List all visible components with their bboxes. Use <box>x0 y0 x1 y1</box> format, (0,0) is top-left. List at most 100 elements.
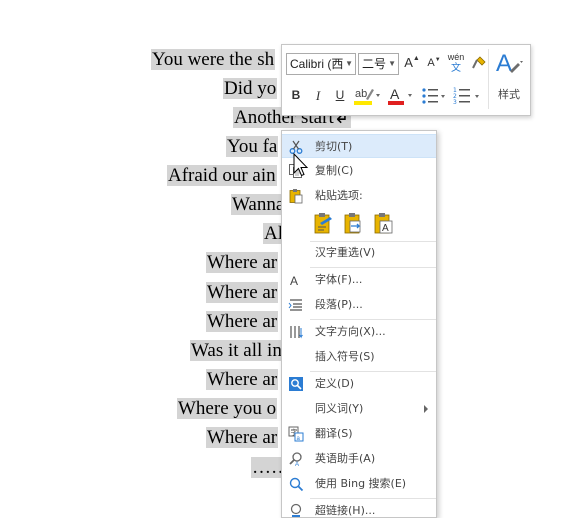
shrink-font-icon: A <box>427 57 435 69</box>
svg-text:A: A <box>496 50 512 77</box>
doc-line[interactable]: Where ar <box>206 426 279 450</box>
doc-line[interactable]: Where ar <box>206 281 279 305</box>
svg-text:A: A <box>290 274 298 288</box>
grow-font-icon: A <box>404 55 413 70</box>
menu-item-label: 文字方向(X)... <box>315 325 386 338</box>
svg-text:A: A <box>295 462 299 467</box>
selected-text: Where ar <box>206 282 279 303</box>
bullet-list-icon <box>422 88 445 104</box>
text-direction-icon <box>290 326 303 339</box>
font-size-dropdown[interactable]: 二号 ▼ <box>358 53 399 75</box>
selected-text: Wanna <box>231 194 286 215</box>
menu-item-font[interactable]: A 字体(F)... <box>282 268 436 292</box>
svg-text:ab: ab <box>355 88 367 100</box>
bing-search-icon <box>289 477 304 492</box>
selected-text: You were the sh <box>151 49 276 70</box>
menu-item-label: 字体(F)... <box>315 273 363 286</box>
highlight-color-button[interactable]: ab <box>353 85 383 107</box>
phonetic-top: wén <box>447 52 465 62</box>
paste-merge-format-icon[interactable] <box>342 211 366 235</box>
doc-line[interactable]: You fa <box>226 135 279 159</box>
chevron-down-icon: ▼ <box>345 59 353 68</box>
mouse-cursor-icon <box>293 153 309 177</box>
numbering-button[interactable]: 1 2 3 <box>452 85 482 107</box>
paste-options-row: A <box>312 211 432 239</box>
menu-item-label: 段落(P)... <box>315 298 363 311</box>
font-name-dropdown[interactable]: Calibri (西 ▼ <box>286 53 356 75</box>
selected-text: Where ar <box>206 252 279 273</box>
doc-line[interactable]: Where ar <box>206 251 279 275</box>
selected-text: Where ar <box>206 427 279 448</box>
doc-line[interactable]: Did yo <box>223 77 278 101</box>
submenu-arrow-icon <box>424 405 428 413</box>
styles-button[interactable]: A 样式 <box>492 49 526 109</box>
menu-item-paste-options: 粘贴选项: <box>282 184 436 208</box>
bold-icon: B <box>291 88 301 102</box>
doc-line[interactable]: Wanna <box>231 193 286 217</box>
menu-item-text-direction[interactable]: 文字方向(X)... <box>282 320 436 344</box>
menu-item-label: 复制(C) <box>315 164 354 177</box>
define-icon <box>289 377 303 391</box>
font-color-icon: A <box>388 86 412 105</box>
menu-item-label: 剪切(T) <box>315 140 353 153</box>
paste-keep-format-icon[interactable] <box>312 211 336 235</box>
menu-item-reconvert[interactable]: 汉字重选(V) <box>282 241 436 265</box>
menu-item-label: 汉字重选(V) <box>315 246 376 259</box>
menu-item-label: 英语助手(A) <box>315 452 376 465</box>
italic-button[interactable]: I <box>310 88 326 106</box>
selected-text: Was it all in <box>190 340 283 361</box>
svg-text:A: A <box>390 86 400 102</box>
menu-item-english-assistant[interactable]: A 英语助手(A) <box>282 447 436 471</box>
paragraph-icon <box>288 299 302 311</box>
font-size-value: 二号 <box>362 57 387 71</box>
menu-item-label: 使用 Bing 搜索(E) <box>315 477 407 490</box>
bullets-button[interactable] <box>420 85 448 107</box>
menu-item-translate[interactable]: 字 a 翻译(S) <box>282 422 436 446</box>
menu-item-label: 定义(D) <box>315 377 355 390</box>
shrink-font-button[interactable]: A▼ <box>426 57 442 77</box>
svg-text:3: 3 <box>453 99 457 106</box>
selected-text: Afraid our ain <box>167 165 277 186</box>
selected-text: Did yo <box>223 78 278 99</box>
doc-line[interactable]: You were the sh <box>151 48 276 72</box>
phonetic-bottom: 文 <box>451 63 461 74</box>
selected-text: Where ar <box>206 369 279 390</box>
toolbar-divider <box>488 49 489 109</box>
mini-toolbar: Calibri (西 ▼ 二号 ▼ A▲ A▼ wén 文 B I U ab A… <box>281 44 531 116</box>
menu-item-hyperlink[interactable]: 超链接(H)... <box>282 499 436 517</box>
format-painter-button[interactable] <box>470 55 488 73</box>
svg-text:A: A <box>382 223 389 234</box>
font-icon: A <box>290 274 298 288</box>
clipboard-icon <box>289 189 303 204</box>
numbered-list-icon: 1 2 3 <box>453 87 479 106</box>
styles-icon: A <box>496 50 523 77</box>
menu-item-paragraph[interactable]: 段落(P)... <box>282 293 436 317</box>
doc-line[interactable]: Where ar <box>206 310 279 334</box>
context-menu: 剪切(T) 复制(C) 粘贴选项: A 汉字重选(V) A 字体(F)... 段… <box>281 130 437 518</box>
highlight-pen-icon: ab <box>354 88 380 105</box>
chevron-down-icon: ▼ <box>388 59 396 68</box>
menu-item-bing-search[interactable]: 使用 Bing 搜索(E) <box>282 472 436 496</box>
doc-line[interactable]: Afraid our ain <box>167 164 277 188</box>
english-assistant-icon: A <box>289 452 302 467</box>
menu-item-define[interactable]: 定义(D) <box>282 372 436 396</box>
phonetic-guide-button[interactable]: wén 文 <box>446 52 466 78</box>
doc-line[interactable]: Where you o <box>177 397 278 421</box>
menu-item-label: 同义词(Y) <box>315 402 364 415</box>
font-color-button[interactable]: A <box>387 85 415 107</box>
doc-line[interactable]: Was it all in <box>190 339 283 363</box>
bold-button[interactable]: B <box>288 88 304 106</box>
paste-text-only-icon[interactable]: A <box>372 211 396 235</box>
styles-label: 样式 <box>498 88 520 101</box>
doc-line[interactable]: Where ar <box>206 368 279 392</box>
translate-icon: 字 a <box>288 426 304 442</box>
font-name-value: Calibri (西 <box>290 57 344 71</box>
underline-button[interactable]: U <box>332 88 348 106</box>
selected-text: You fa <box>226 136 279 157</box>
menu-item-label: 翻译(S) <box>315 427 353 440</box>
format-painter-icon <box>472 56 486 69</box>
selected-text: Where you o <box>177 398 278 419</box>
grow-font-button[interactable]: A▲ <box>404 55 420 75</box>
menu-item-insert-symbol[interactable]: 插入符号(S) <box>282 345 436 369</box>
menu-item-synonyms[interactable]: 同义词(Y) <box>282 397 436 421</box>
